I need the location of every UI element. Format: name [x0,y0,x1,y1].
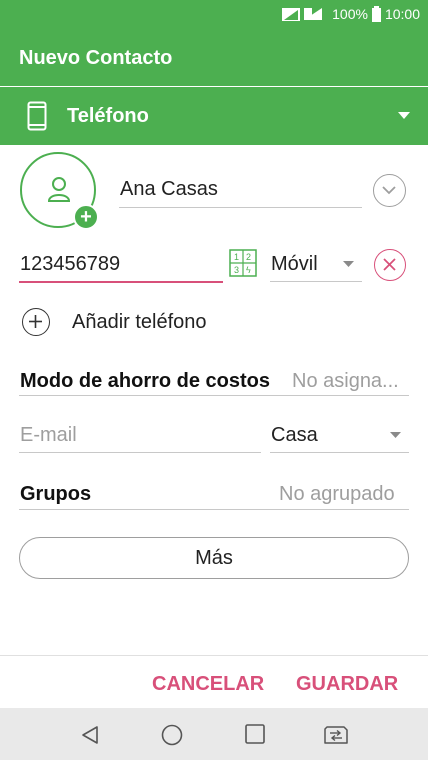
groups-underline [19,509,409,510]
clock: 10:00 [384,6,420,22]
add-icon [22,308,50,336]
back-icon[interactable] [80,725,100,745]
svg-text:3: 3 [234,265,239,275]
expand-name-button[interactable] [373,174,406,207]
status-icons: 100% 10:00 [282,6,420,22]
dialpad-icon[interactable]: 1 2 3 ϟ [229,249,257,277]
add-photo-icon[interactable]: + [73,204,99,230]
email-type-underline [270,452,409,453]
cost-saving-value: No asigna... [292,370,399,392]
signal-icon [282,8,323,21]
save-button[interactable]: GUARDAR [296,673,398,696]
groups-value: No agrupado [279,483,395,505]
recents-icon[interactable] [245,724,265,744]
cost-saving-underline [19,395,409,396]
expand-icon [382,186,396,195]
dropdown-arrow-icon [398,112,410,119]
switch-sim-icon[interactable] [322,725,350,745]
avatar-icon [47,177,71,202]
remove-phone-button[interactable] [374,249,406,281]
svg-text:2: 2 [246,252,251,262]
cost-saving-label: Modo de ahorro de costos [20,370,271,392]
app-bar: Nuevo Contacto [0,30,428,86]
battery-icon [371,6,381,22]
groups-label: Grupos [20,483,92,505]
name-field[interactable]: Ana Casas [120,178,218,201]
chevron-down-icon [390,432,401,438]
email-field[interactable]: E-mail [20,424,77,447]
chevron-down-icon [343,261,354,267]
name-underline [119,207,362,208]
account-label: Teléfono [67,105,149,127]
remove-icon [383,258,396,271]
phone-type-select[interactable]: Móvil [271,253,318,276]
phone-field[interactable]: 123456789 [20,253,120,276]
navigation-bar [0,708,428,760]
divider [0,655,428,656]
phone-underline [19,281,223,283]
battery-percent: 100% [332,6,368,22]
svg-text:ϟ: ϟ [246,265,251,275]
home-icon[interactable] [161,724,183,746]
add-phone-label: Añadir teléfono [72,311,207,333]
phone-type-underline [270,281,362,282]
more-button[interactable]: Más [19,537,409,579]
status-bar: 100% 10:00 [0,0,428,30]
add-phone-button[interactable]: Añadir teléfono [20,306,260,338]
cancel-button[interactable]: CANCELAR [152,673,264,696]
phone-icon [27,101,47,131]
email-type-select[interactable]: Casa [271,424,318,447]
svg-text:1: 1 [234,252,239,262]
account-selector[interactable]: Teléfono [0,87,428,145]
email-underline [19,452,261,453]
page-title: Nuevo Contacto [19,47,173,69]
